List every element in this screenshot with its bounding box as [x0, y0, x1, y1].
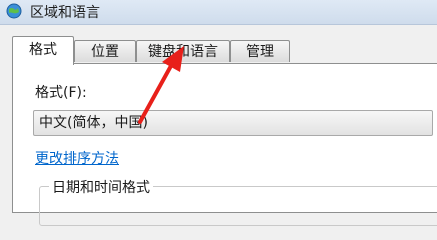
- change-sort-method-link[interactable]: 更改排序方法: [35, 148, 119, 168]
- tab-format[interactable]: 格式: [12, 36, 74, 65]
- globe-icon: [6, 3, 22, 19]
- format-dropdown-value: 中文(简体，中国): [39, 115, 148, 131]
- tab-location[interactable]: 位置: [74, 40, 136, 62]
- format-tab-panel: 格式(F): 中文(简体，中国) 更改排序方法 日期和时间格式: [12, 63, 437, 226]
- tab-strip: 格式 位置 键盘和语言 管理: [12, 36, 432, 65]
- window-titlebar: 区域和语言: [0, 0, 437, 25]
- datetime-format-group-title: 日期和时间格式: [49, 177, 153, 197]
- tab-keyboard-language[interactable]: 键盘和语言: [136, 40, 230, 62]
- format-dropdown[interactable]: 中文(简体，中国): [33, 110, 433, 136]
- tab-admin[interactable]: 管理: [230, 40, 290, 62]
- format-label: 格式(F):: [35, 85, 87, 101]
- window-title: 区域和语言: [30, 5, 100, 21]
